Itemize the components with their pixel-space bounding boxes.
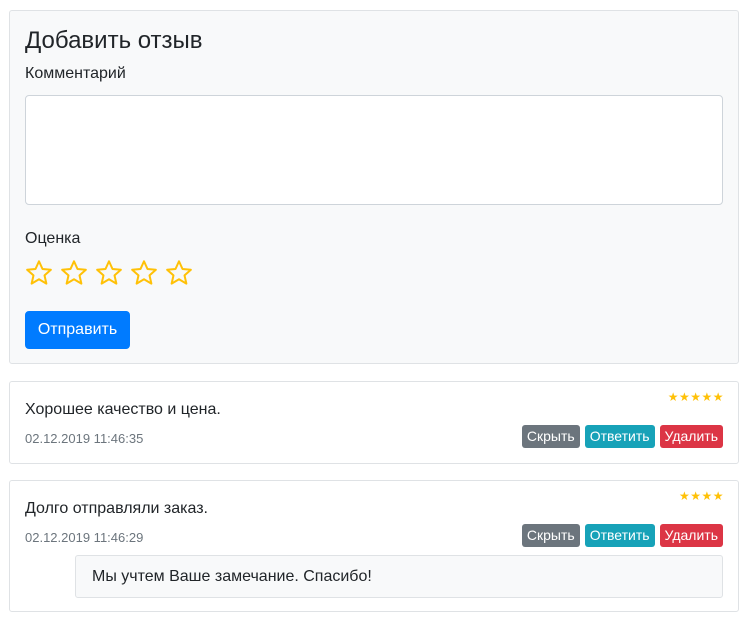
admin-reply-text: Мы учтем Ваше замечание. Спасибо! [92, 568, 372, 585]
star-outline-icon[interactable] [129, 258, 159, 288]
star-outline-icon[interactable] [164, 258, 194, 288]
add-review-form: Добавить отзыв Комментарий Оценка Отправ… [9, 10, 739, 364]
admin-reply: Мы учтем Ваше замечание. Спасибо! [75, 555, 723, 598]
rating-label: Оценка [25, 230, 81, 247]
review-date: 02.12.2019 11:46:29 [25, 530, 144, 545]
star-outline-icon[interactable] [94, 258, 124, 288]
review-card: ★★★★★ Хорошее качество и цена. 02.12.201… [9, 381, 739, 464]
comment-label: Комментарий [25, 65, 126, 82]
star-outline-icon[interactable] [59, 258, 89, 288]
review-text: Хорошее качество и цена. [25, 401, 221, 418]
delete-button[interactable]: Удалить [659, 425, 723, 448]
review-card: ★★★★ Долго отправляли заказ. 02.12.2019 … [9, 480, 739, 612]
hide-button[interactable]: Скрыть [521, 524, 580, 547]
hide-button[interactable]: Скрыть [521, 425, 580, 448]
review-actions: Скрыть Ответить Удалить [521, 425, 723, 448]
delete-button[interactable]: Удалить [659, 524, 723, 547]
comment-textarea[interactable] [25, 95, 723, 205]
rating-stars-input[interactable] [24, 258, 194, 288]
reply-button[interactable]: Ответить [584, 425, 655, 448]
review-rating-stars: ★★★★ [678, 489, 724, 503]
form-title: Добавить отзыв [25, 27, 203, 54]
review-date: 02.12.2019 11:46:35 [25, 431, 144, 446]
review-rating-stars: ★★★★★ [667, 390, 724, 404]
reply-button[interactable]: Ответить [584, 524, 655, 547]
star-outline-icon[interactable] [24, 258, 54, 288]
review-actions: Скрыть Ответить Удалить [521, 524, 723, 547]
review-text: Долго отправляли заказ. [25, 500, 208, 517]
submit-button[interactable]: Отправить [25, 311, 130, 349]
